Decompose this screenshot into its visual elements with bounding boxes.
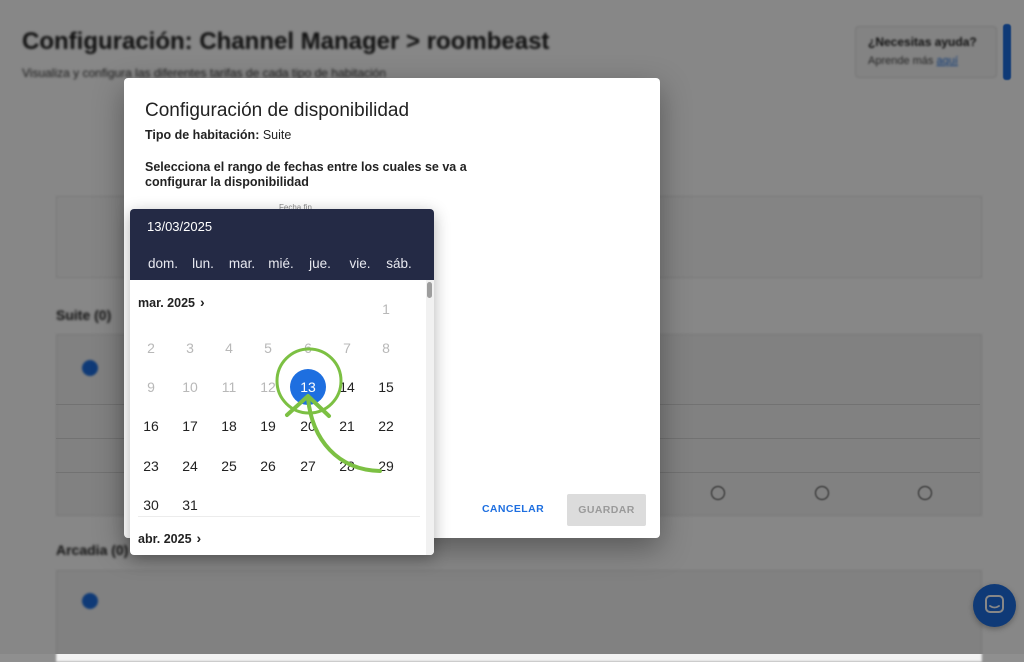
calendar-day: 3 <box>186 340 194 356</box>
month-header-march[interactable]: mar. 2025 › <box>138 294 205 310</box>
calendar-day: 10 <box>182 379 198 395</box>
calendar-day: 11 <box>221 379 237 395</box>
date-picker: 13/03/2025 dom. lun. mar. mié. jue. vie.… <box>130 209 434 555</box>
calendar-day: 8 <box>382 340 390 356</box>
weekday-label: jue. <box>309 256 331 271</box>
calendar-day[interactable]: 19 <box>250 408 286 444</box>
calendar-day[interactable]: 14 <box>329 369 365 405</box>
calendar-day: 9 <box>147 379 155 395</box>
date-range-instruction: Selecciona el rango de fechas entre los … <box>145 160 467 189</box>
dialog-title: Configuración de disponibilidad <box>145 100 410 121</box>
weekday-label: mar. <box>228 256 256 271</box>
month-label: mar. 2025 <box>138 296 195 310</box>
month-header-april[interactable]: abr. 2025 › <box>138 530 201 546</box>
calendar-scrollbar[interactable] <box>426 280 434 555</box>
calendar-day: 1 <box>382 301 390 317</box>
calendar-day[interactable]: 18 <box>211 408 247 444</box>
calendar-day[interactable]: 17 <box>172 408 208 444</box>
calendar-day[interactable]: 25 <box>211 448 247 484</box>
weekday-label: mié. <box>268 256 294 271</box>
room-type-label: Tipo de habitación: <box>145 128 260 142</box>
calendar-day[interactable]: 22 <box>368 408 404 444</box>
calendar-day[interactable]: 15 <box>368 369 404 405</box>
calendar-day[interactable]: 13 <box>290 369 326 405</box>
date-picker-header: 13/03/2025 dom. lun. mar. mié. jue. vie.… <box>130 209 434 280</box>
calendar-day[interactable]: 20 <box>290 408 326 444</box>
calendar-day[interactable]: 23 <box>133 448 169 484</box>
room-type-line: Tipo de habitación: Suite <box>145 128 291 142</box>
chevron-right-icon: › <box>200 294 205 310</box>
calendar-day[interactable]: 30 <box>133 487 169 523</box>
calendar-day[interactable]: 27 <box>290 448 326 484</box>
save-button[interactable]: GUARDAR <box>567 494 646 526</box>
selected-date-display: 13/03/2025 <box>147 219 213 234</box>
cancel-button[interactable]: CANCELAR <box>470 494 556 524</box>
weekday-label: dom. <box>147 256 178 271</box>
scrollbar-thumb[interactable] <box>427 282 432 298</box>
calendar-day[interactable]: 29 <box>368 448 404 484</box>
weekday-label: sáb. <box>386 256 412 271</box>
calendar-day[interactable]: 28 <box>329 448 365 484</box>
calendar-day: 5 <box>264 340 272 356</box>
weekday-label: lun. <box>192 256 214 271</box>
calendar-day[interactable]: 16 <box>133 408 169 444</box>
calendar-day: 2 <box>147 340 155 356</box>
calendar-day: 7 <box>343 340 351 356</box>
room-type-value: Suite <box>262 128 292 142</box>
calendar-day[interactable]: 24 <box>172 448 208 484</box>
calendar-day: 12 <box>260 379 276 395</box>
calendar-scroll-area[interactable]: mar. 2025 › abr. 2025 › 1 2 3 4 5 6 7 8 9 10 11 12 13 1… <box>130 280 426 555</box>
chevron-right-icon: › <box>196 530 202 546</box>
calendar-day[interactable]: 21 <box>329 408 365 444</box>
calendar-day: 6 <box>304 340 312 356</box>
calendar-day: 4 <box>225 340 233 356</box>
calendar-day[interactable]: 31 <box>172 487 208 523</box>
weekday-label: vie. <box>349 256 371 271</box>
month-label: abr. 2025 <box>138 532 192 546</box>
calendar-day[interactable]: 26 <box>250 448 286 484</box>
